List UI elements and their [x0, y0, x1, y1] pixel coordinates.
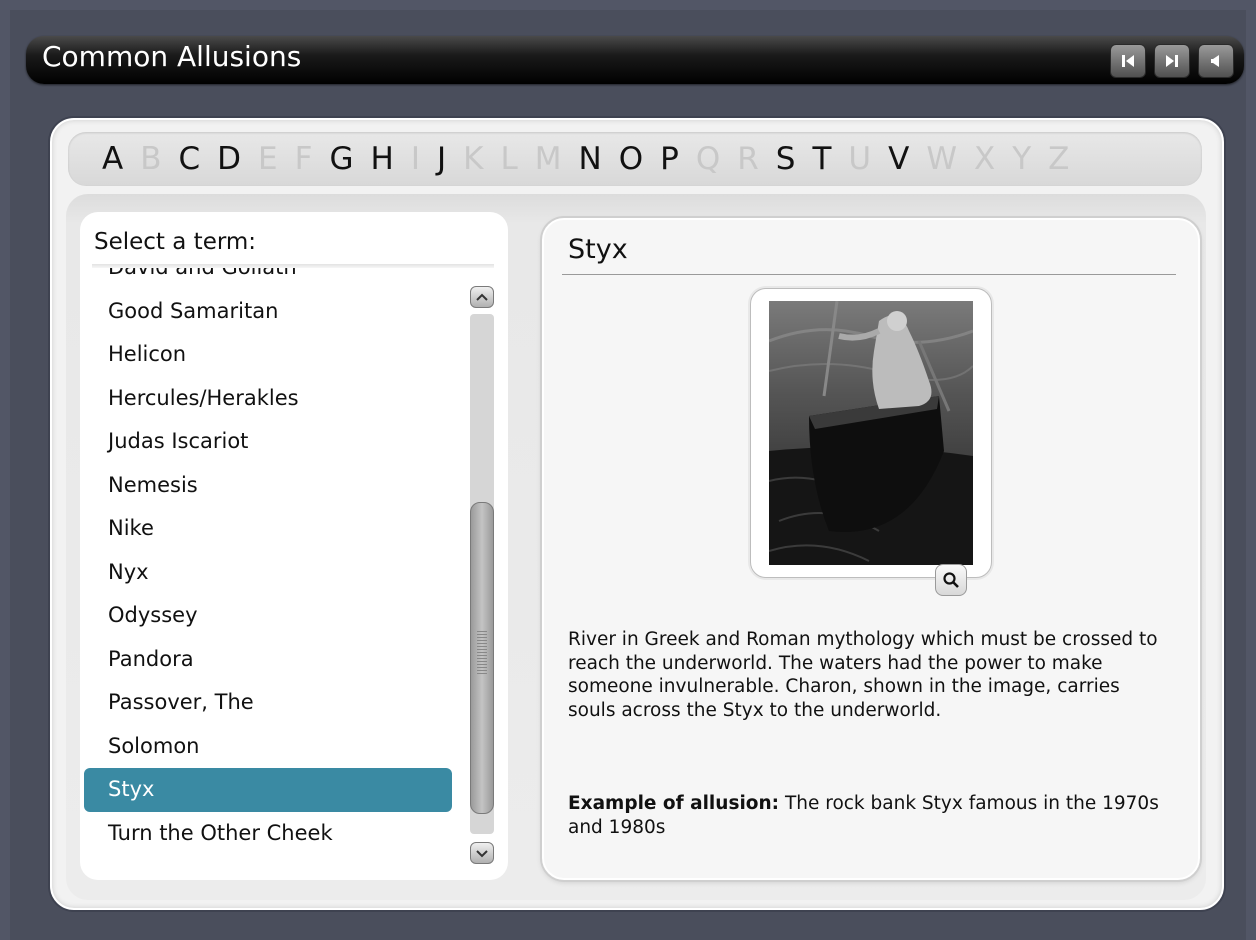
nav-buttons	[1110, 44, 1234, 78]
list-item[interactable]: Pandora	[84, 638, 452, 682]
alphabet-bar: ABCDEFGHIJKLMNOPQRSTUVWXYZ	[68, 132, 1202, 186]
list-item[interactable]: Passover, The	[84, 681, 452, 725]
app-title: Common Allusions	[42, 40, 302, 73]
term-image[interactable]	[769, 301, 973, 565]
main-panel: ABCDEFGHIJKLMNOPQRSTUVWXYZ Select a term…	[50, 118, 1224, 910]
list-item[interactable]: Good Samaritan	[84, 290, 452, 334]
list-item[interactable]: Nyx	[84, 551, 452, 595]
term-list[interactable]: David and GoliathGood SamaritanHeliconHe…	[80, 268, 480, 876]
letter-c[interactable]: C	[179, 139, 201, 179]
speaker-icon	[1211, 55, 1219, 67]
list-item[interactable]: Nike	[84, 507, 452, 551]
letter-h[interactable]: H	[371, 139, 394, 179]
list-item[interactable]: Solomon	[84, 725, 452, 769]
letter-l: L	[500, 141, 518, 177]
letter-p[interactable]: P	[660, 139, 679, 179]
letter-j[interactable]: J	[437, 139, 446, 179]
content-area: Select a term: David and GoliathGood Sam…	[66, 194, 1206, 900]
letter-m: M	[534, 141, 562, 177]
list-item[interactable]: Odyssey	[84, 594, 452, 638]
chevron-up-icon	[476, 293, 488, 301]
scroll-thumb[interactable]	[470, 502, 494, 814]
letter-g[interactable]: G	[329, 139, 353, 179]
letter-z: Z	[1048, 141, 1070, 177]
detail-panel: Styx River in Greek and Roman mythology …	[542, 218, 1200, 880]
chevron-down-icon	[476, 850, 488, 858]
letter-s[interactable]: S	[776, 139, 796, 179]
list-item[interactable]: David and Goliath	[84, 268, 452, 290]
scroll-up-button[interactable]	[470, 286, 494, 308]
list-item[interactable]: Judas Iscariot	[84, 420, 452, 464]
list-item[interactable]: Hercules/Herakles	[84, 377, 452, 421]
term-title: Styx	[568, 234, 628, 265]
scroll-down-button[interactable]	[470, 842, 494, 864]
list-item[interactable]: Turn the Other Cheek	[84, 812, 452, 856]
letter-i: I	[410, 141, 420, 177]
term-list-panel: Select a term: David and GoliathGood Sam…	[80, 212, 508, 880]
previous-button[interactable]	[1110, 44, 1146, 78]
list-item[interactable]: Nemesis	[84, 464, 452, 508]
image-frame	[750, 288, 992, 596]
letter-a[interactable]: A	[102, 139, 123, 179]
list-item[interactable]: Styx	[84, 768, 452, 812]
audio-button[interactable]	[1198, 44, 1234, 78]
grip-icon	[477, 631, 487, 675]
next-button[interactable]	[1154, 44, 1190, 78]
letter-o[interactable]: O	[619, 139, 643, 179]
zoom-button[interactable]	[935, 564, 967, 596]
letter-k: K	[463, 141, 484, 177]
magnifier-icon	[943, 572, 959, 588]
letter-b: B	[140, 141, 162, 177]
term-description: River in Greek and Roman mythology which…	[568, 629, 1158, 721]
next-icon	[1166, 55, 1178, 67]
scrollbar[interactable]	[468, 286, 496, 864]
example-label: Example of allusion:	[568, 793, 780, 814]
letter-q: Q	[695, 141, 721, 177]
letter-w: W	[926, 141, 957, 177]
letter-r: R	[737, 141, 759, 177]
title-bar: Common Allusions	[26, 36, 1244, 84]
list-item[interactable]: Helicon	[84, 333, 452, 377]
list-heading: Select a term:	[94, 229, 257, 255]
letter-y: Y	[1012, 141, 1032, 177]
letter-n[interactable]: N	[579, 139, 602, 179]
letter-x: X	[973, 141, 996, 177]
letter-f: F	[294, 141, 313, 177]
letter-e: E	[258, 141, 278, 177]
letter-u: U	[848, 141, 872, 177]
letter-v[interactable]: V	[888, 139, 909, 179]
previous-icon	[1122, 55, 1134, 67]
letter-t[interactable]: T	[812, 139, 831, 179]
example-text: Example of allusion: The rock bank Styx …	[568, 792, 1172, 839]
letter-d[interactable]: D	[217, 139, 241, 179]
divider	[562, 274, 1176, 275]
